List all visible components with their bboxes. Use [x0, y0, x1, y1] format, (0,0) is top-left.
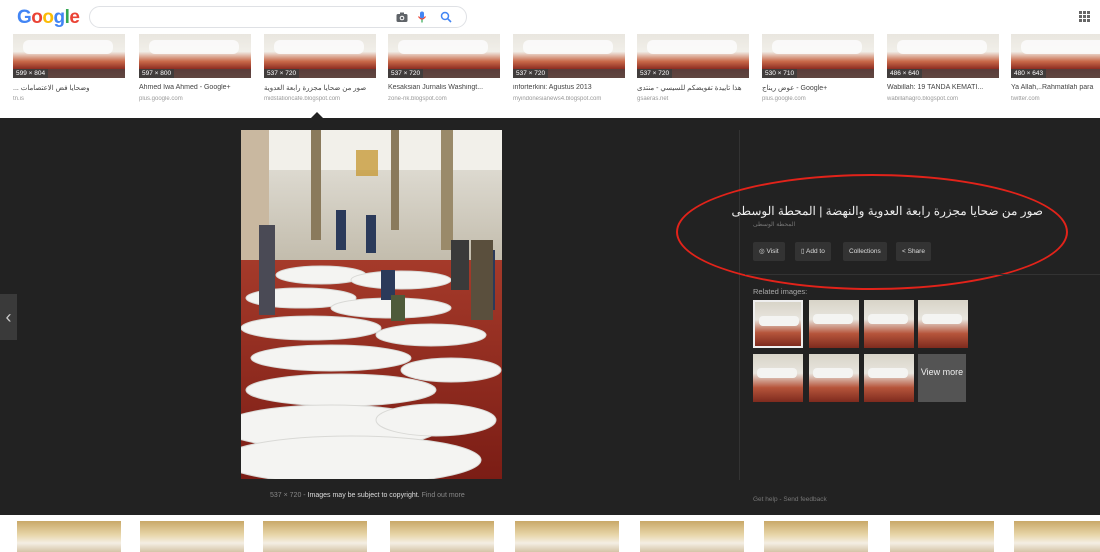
send-feedback-link[interactable]: Send feedback — [783, 496, 826, 503]
microphone-icon[interactable] — [416, 11, 428, 23]
previous-arrow-icon[interactable]: ‹ — [0, 294, 17, 340]
apps-grid-icon[interactable] — [1079, 11, 1090, 22]
related-image-thumb[interactable] — [809, 354, 859, 402]
results-strip: 599 × 804... وضحايا فض الاعتصامات tn.is 59… — [0, 34, 1100, 118]
result-dimensions: 486 × 640 — [887, 69, 923, 78]
related-images-label: Related images: — [753, 287, 808, 296]
result-title[interactable]: Ya Allah,..Rahmatilah para — [1011, 84, 1100, 91]
copyright-notice: Images may be subject to copyright. — [307, 492, 420, 499]
result-title[interactable]: عوض ريناج - Google+ — [762, 84, 874, 92]
panel-divider — [739, 130, 740, 480]
get-help-link[interactable]: Get help — [753, 496, 778, 503]
related-image-thumb[interactable] — [864, 300, 914, 348]
result-thumbnail[interactable]: 480 × 643 — [1011, 34, 1100, 78]
result-dimensions: 597 × 800 — [139, 69, 175, 78]
result-card[interactable]: 537 × 720 inforterkini: Agustus 2013 myind… — [513, 34, 625, 118]
find-out-more-link[interactable]: Find out more — [422, 492, 465, 499]
logo-letter: g — [53, 7, 66, 28]
result-dimensions: 530 × 710 — [762, 69, 798, 78]
result-source: plus.google.com — [139, 96, 183, 102]
result-thumb[interactable] — [263, 521, 367, 552]
result-source: twitter.com — [1011, 96, 1040, 102]
section-divider — [745, 274, 1100, 275]
result-thumbnail[interactable]: 537 × 720 — [637, 34, 749, 78]
results-strip-bottom — [0, 515, 1100, 552]
related-image-thumb[interactable] — [918, 300, 968, 348]
result-title[interactable]: صور من ضحايا مجزرة رابعة العدوية — [264, 84, 376, 92]
search-icon[interactable] — [440, 11, 452, 23]
result-card[interactable]: 537 × 720 صور من ضحايا مجزرة رابعة العدوي… — [264, 34, 376, 118]
result-source: plus.google.com — [762, 96, 806, 102]
result-thumb[interactable] — [390, 521, 494, 552]
result-thumbnail[interactable]: 537 × 720 — [264, 34, 376, 78]
result-card[interactable]: 537 × 720 هذا تاييدة تفويضكم للسيسي - منت… — [637, 34, 749, 118]
result-card[interactable]: 486 × 640 Wabillah: 19 TANDA KEMATI... wab… — [887, 34, 999, 118]
result-dimensions: 537 × 720 — [513, 69, 549, 78]
panel-footer: Get help - Send feedback — [753, 496, 827, 503]
result-source: myindonesianews4.blogspot.com — [513, 96, 602, 102]
result-thumb[interactable] — [17, 521, 121, 552]
result-source: wabillahagro.blogspot.com — [887, 96, 959, 102]
logo-letter: e — [69, 7, 80, 28]
result-source: midstationcafe.blogspot.com — [264, 96, 341, 102]
result-title[interactable]: هذا تاييدة تفويضكم للسيسي - منتدى — [637, 84, 749, 92]
result-card[interactable]: 480 × 643 Ya Allah,..Rahmatilah para twitt… — [1011, 34, 1100, 118]
result-thumbnail[interactable]: 486 × 640 — [887, 34, 999, 78]
result-card[interactable]: 537 × 720 Kesaksian Jurnalis Washingt... z… — [388, 34, 500, 118]
result-thumbnail[interactable]: 530 × 710 — [762, 34, 874, 78]
header: Google — [0, 0, 1100, 34]
search-box[interactable] — [89, 6, 467, 28]
google-logo[interactable]: Google — [17, 7, 80, 29]
result-source: tn.is — [13, 96, 25, 102]
result-dimensions: 599 × 804 — [13, 69, 49, 78]
result-thumb[interactable] — [764, 521, 868, 552]
related-image-thumb[interactable] — [809, 300, 859, 348]
result-thumbnail[interactable]: 537 × 720 — [388, 34, 500, 78]
result-source: gsaeras.net — [637, 96, 669, 102]
result-title[interactable]: Ahmed Iwa Ahmed - Google+ — [139, 84, 251, 91]
result-dimensions: 537 × 720 — [388, 69, 424, 78]
result-card[interactable]: 530 × 710 عوض ريناج - Google+ plus.google.… — [762, 34, 874, 118]
image-preview-panel: ‹ 537 × 720 - Images may be subject to c… — [0, 118, 1100, 515]
logo-letter: o — [42, 7, 54, 28]
result-title[interactable]: Kesaksian Jurnalis Washingt... — [388, 84, 500, 91]
camera-icon[interactable] — [396, 11, 408, 23]
logo-letter: o — [31, 7, 43, 28]
result-dimensions: 480 × 643 — [1011, 69, 1047, 78]
logo-letter: G — [17, 7, 32, 28]
view-more-button[interactable]: View more — [918, 354, 966, 402]
red-annotation-ellipse — [676, 174, 1068, 290]
result-dimensions: 537 × 720 — [264, 69, 300, 78]
result-title[interactable]: Wabillah: 19 TANDA KEMATI... — [887, 84, 999, 91]
image-dimensions: 537 × 720 — [270, 492, 302, 499]
main-image[interactable] — [241, 130, 502, 479]
result-source: zone-nk.blogspot.com — [388, 96, 447, 102]
result-thumb[interactable] — [640, 521, 744, 552]
result-card[interactable]: 597 × 800 Ahmed Iwa Ahmed - Google+ plus.g… — [139, 34, 251, 118]
result-thumbnail[interactable]: 597 × 800 — [139, 34, 251, 78]
related-image-thumb[interactable] — [864, 354, 914, 402]
result-thumb[interactable] — [890, 521, 994, 552]
result-thumb[interactable] — [1014, 521, 1100, 552]
result-title[interactable]: inforterkini: Agustus 2013 — [513, 84, 625, 91]
related-image-thumb[interactable] — [753, 354, 803, 402]
result-card[interactable]: 599 × 804 ... وضحايا فض الاعتصامات tn.is — [13, 34, 125, 118]
search-input[interactable] — [100, 9, 380, 25]
result-thumb[interactable] — [515, 521, 619, 552]
result-thumb[interactable] — [140, 521, 244, 552]
result-thumbnail[interactable]: 599 × 804 — [13, 34, 125, 78]
result-title[interactable]: ... وضحايا فض الاعتصامات — [13, 84, 125, 92]
result-dimensions: 537 × 720 — [637, 69, 673, 78]
image-caption: 537 × 720 - Images may be subject to cop… — [270, 492, 465, 499]
related-image-thumb[interactable] — [753, 300, 803, 348]
result-thumbnail[interactable]: 537 × 720 — [513, 34, 625, 78]
